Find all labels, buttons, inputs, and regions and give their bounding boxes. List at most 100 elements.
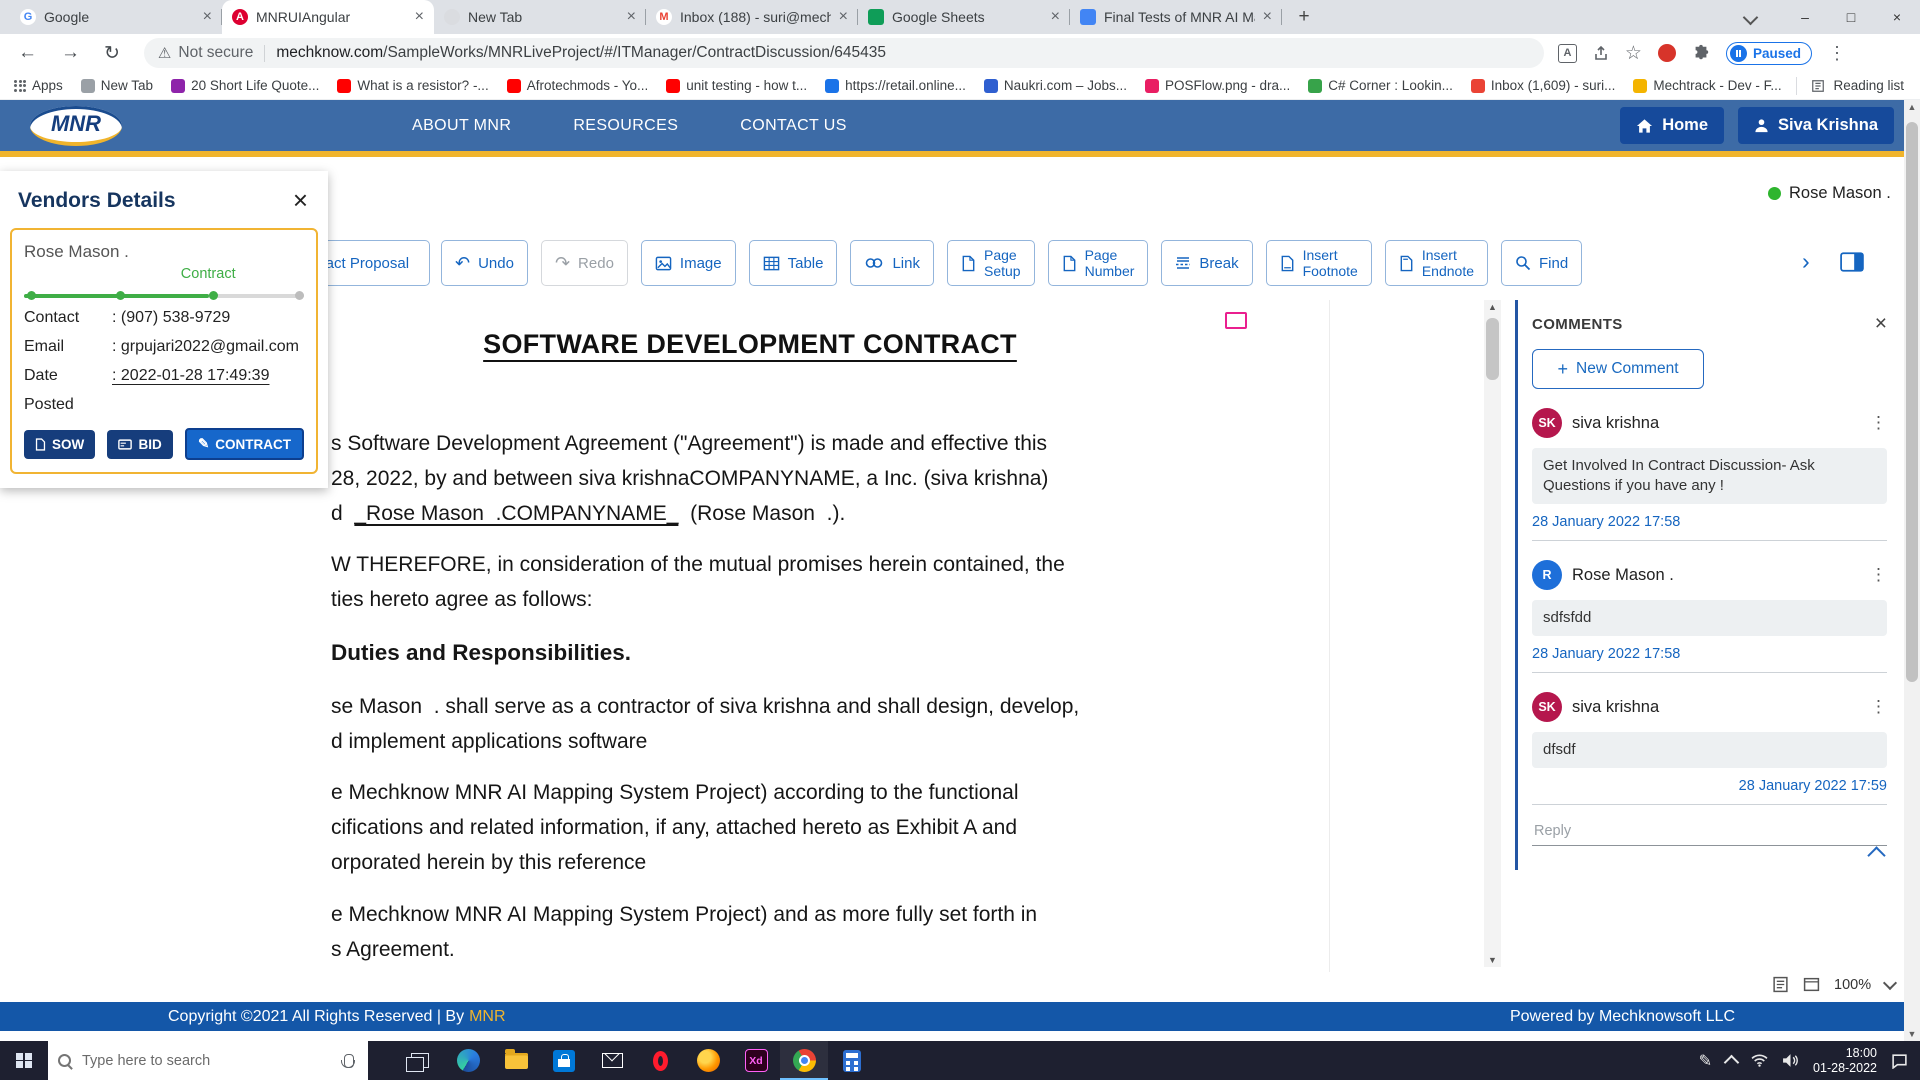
scrollbar-thumb[interactable]	[1486, 318, 1499, 380]
action-center-icon[interactable]	[1891, 1053, 1908, 1069]
comment-menu-kebab-icon[interactable]: ⋮	[1870, 413, 1887, 433]
page-scrollbar[interactable]: ▲ ▼	[1904, 100, 1920, 1041]
tab-close-icon[interactable]: ×	[1051, 8, 1060, 26]
task-view-button[interactable]	[396, 1041, 444, 1080]
bookmark-item[interactable]: 20 Short Life Quote...	[171, 78, 319, 93]
taskbar-clock[interactable]: 18:00 01-28-2022	[1813, 1046, 1877, 1076]
mnr-logo[interactable]: MNR	[30, 106, 122, 146]
address-bar[interactable]: ⚠ Not secure mechknow.com /SampleWorks/M…	[144, 38, 1544, 68]
tab-gmail-inbox[interactable]: M Inbox (188) - suri@mechknowso ×	[646, 0, 858, 34]
tab-new-tab[interactable]: New Tab ×	[434, 0, 646, 34]
page-setup-button[interactable]: PageSetup	[947, 240, 1035, 286]
bookmark-item[interactable]: C# Corner : Lookin...	[1308, 78, 1453, 93]
chrome-taskbar-icon[interactable]	[780, 1041, 828, 1080]
tab-google-sheets[interactable]: Google Sheets ×	[858, 0, 1070, 34]
back-icon[interactable]: ←	[18, 42, 37, 64]
print-layout-icon[interactable]	[1772, 976, 1789, 993]
break-button[interactable]: Break	[1161, 240, 1252, 286]
comment-menu-kebab-icon[interactable]: ⋮	[1870, 697, 1887, 717]
tab-close-icon[interactable]: ×	[839, 8, 848, 26]
comments-close-icon[interactable]: ×	[1875, 312, 1887, 336]
bookmark-item[interactable]: Afrotechmods - Yo...	[507, 78, 649, 93]
microphone-icon[interactable]	[344, 1054, 354, 1068]
toolbar-more-chevron-icon[interactable]: ›	[1802, 248, 1810, 275]
extensions-puzzle-icon[interactable]	[1692, 44, 1710, 62]
window-maximize-button[interactable]: □	[1828, 0, 1874, 33]
bookmark-item[interactable]: What is a resistor? -...	[337, 78, 488, 93]
bookmark-star-icon[interactable]: ☆	[1625, 42, 1642, 65]
bookmark-apps[interactable]: Apps	[32, 78, 63, 93]
undo-button[interactable]: ↶Undo	[441, 240, 528, 286]
insert-footnote-button[interactable]: InsertFootnote	[1266, 240, 1372, 286]
tab-google-docs[interactable]: Final Tests of MNR AI Mapping S ×	[1070, 0, 1282, 34]
start-button[interactable]	[0, 1041, 48, 1080]
reply-input[interactable]	[1532, 817, 1887, 846]
zoom-caret-icon[interactable]	[1883, 975, 1897, 989]
home-button[interactable]: Home	[1620, 107, 1724, 144]
nav-resources[interactable]: RESOURCES	[573, 117, 678, 135]
security-label[interactable]: Not secure	[178, 44, 253, 62]
link-button[interactable]: Link	[850, 240, 934, 286]
taskbar-search-input[interactable]	[80, 1052, 335, 1070]
tray-expand-chevron-icon[interactable]	[1724, 1054, 1740, 1070]
tab-close-icon[interactable]: ×	[203, 8, 212, 26]
refresh-icon[interactable]: ↻	[104, 42, 120, 65]
insert-endnote-button[interactable]: InsertEndnote	[1385, 240, 1488, 286]
collapse-panel-chevron-icon[interactable]	[1867, 846, 1885, 864]
share-icon[interactable]	[1593, 45, 1609, 61]
tab-search-caret-icon[interactable]	[1743, 10, 1759, 26]
vendors-close-icon[interactable]: ×	[293, 185, 308, 216]
taskbar-search-box[interactable]	[48, 1041, 368, 1080]
pen-workspace-icon[interactable]: ✎	[1699, 1051, 1712, 1071]
comment-anchor-marker[interactable]	[1225, 312, 1247, 329]
wifi-icon[interactable]	[1751, 1054, 1768, 1067]
tab-close-icon[interactable]: ×	[415, 8, 424, 26]
microsoft-store-taskbar-icon[interactable]	[540, 1041, 588, 1080]
profile-paused-badge[interactable]: Paused	[1726, 42, 1812, 65]
window-minimize-button[interactable]: –	[1782, 0, 1828, 33]
bid-button[interactable]: BID	[107, 430, 172, 459]
bookmark-item[interactable]: Mechtrack - Dev - F...	[1633, 78, 1781, 93]
tab-close-icon[interactable]: ×	[1263, 8, 1272, 26]
bookmark-item[interactable]: https://retail.online...	[825, 78, 966, 93]
scroll-up-icon[interactable]: ▲	[1904, 102, 1920, 112]
file-explorer-taskbar-icon[interactable]	[492, 1041, 540, 1080]
tab-google[interactable]: G Google ×	[10, 0, 222, 34]
bookmark-item[interactable]: Naukri.com – Jobs...	[984, 78, 1127, 93]
nav-contact-us[interactable]: CONTACT US	[740, 117, 847, 135]
bookmark-item[interactable]: New Tab	[81, 78, 153, 93]
user-button[interactable]: Siva Krishna	[1738, 107, 1894, 144]
apps-grid-icon[interactable]	[14, 80, 26, 92]
browser-menu-kebab-icon[interactable]: ⋮	[1828, 43, 1846, 64]
footer-company-link[interactable]: Mechknowsoft LLC	[1599, 1008, 1735, 1025]
mail-taskbar-icon[interactable]	[588, 1041, 636, 1080]
nav-about-mnr[interactable]: ABOUT MNR	[412, 117, 511, 135]
scroll-down-icon[interactable]: ▼	[1484, 953, 1501, 967]
window-close-button[interactable]: ×	[1874, 0, 1920, 33]
sow-button[interactable]: SOW	[24, 430, 95, 459]
side-panel-toggle-icon[interactable]	[1840, 252, 1864, 272]
footer-mnr-link[interactable]: MNR	[469, 1008, 505, 1026]
bookmark-item[interactable]: Inbox (1,609) - suri...	[1471, 78, 1616, 93]
image-button[interactable]: Image	[641, 240, 736, 286]
bookmark-item[interactable]: unit testing - how t...	[666, 78, 807, 93]
web-layout-icon[interactable]	[1803, 976, 1820, 993]
scroll-down-icon[interactable]: ▼	[1904, 1029, 1920, 1039]
bookmark-item[interactable]: POSFlow.png - dra...	[1145, 78, 1290, 93]
forward-icon[interactable]: →	[61, 42, 80, 64]
opera-taskbar-icon[interactable]	[636, 1041, 684, 1080]
table-button[interactable]: Table	[749, 240, 838, 286]
page-number-button[interactable]: PageNumber	[1048, 240, 1149, 286]
comment-menu-kebab-icon[interactable]: ⋮	[1870, 565, 1887, 585]
volume-icon[interactable]	[1782, 1053, 1799, 1068]
new-tab-button[interactable]: +	[1290, 3, 1318, 31]
reading-list-button[interactable]: Reading list	[1796, 77, 1904, 95]
document-scrollbar[interactable]: ▲ ▼	[1484, 300, 1501, 967]
redo-button[interactable]: ↷Redo	[541, 240, 628, 286]
new-comment-button[interactable]: + New Comment	[1532, 349, 1704, 389]
tab-close-icon[interactable]: ×	[627, 8, 636, 26]
adblock-icon[interactable]	[1658, 44, 1676, 62]
edge-taskbar-icon[interactable]	[444, 1041, 492, 1080]
tab-mnruiangular[interactable]: A MNRUIAngular ×	[222, 0, 434, 34]
translate-icon[interactable]: A	[1558, 44, 1577, 63]
